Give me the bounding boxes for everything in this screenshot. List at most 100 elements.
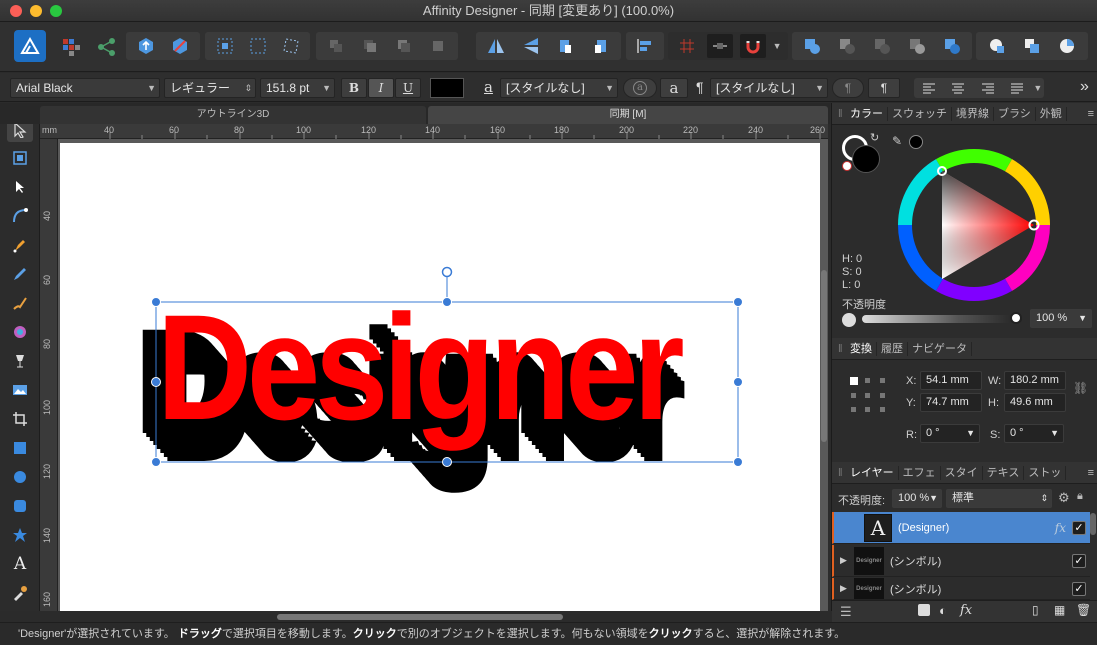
move-forward-icon[interactable] — [391, 34, 417, 58]
rotation-field[interactable]: 0 ° ▼ — [920, 424, 980, 443]
text-color-swatch[interactable] — [430, 78, 464, 98]
add-group-icon[interactable]: ▦ — [1054, 603, 1065, 617]
x-field[interactable]: 54.1 mm — [920, 371, 982, 390]
tab-stroke[interactable]: 境界線 — [952, 106, 994, 121]
designer-text-object[interactable]: Designer Designer Designer Designer Desi… — [60, 143, 820, 611]
text-tool-icon[interactable]: A — [7, 552, 33, 576]
artboard-tool-icon[interactable] — [7, 146, 33, 170]
resize-handle[interactable] — [151, 297, 161, 307]
bold-button[interactable]: B — [341, 78, 367, 98]
divide-icon[interactable] — [939, 34, 965, 58]
layer-row-selected[interactable]: A (Designer) fx ✓ — [832, 512, 1090, 544]
layer-visibility-checkbox[interactable]: ✓ — [1072, 581, 1086, 596]
resize-handle[interactable] — [151, 377, 161, 387]
panel-menu-icon[interactable]: ≡ — [1088, 467, 1097, 479]
tab-color[interactable]: カラー — [846, 106, 888, 121]
layers-stack-icon[interactable]: ☰ — [840, 604, 852, 620]
tab-effects[interactable]: エフェ — [899, 465, 941, 480]
rotate-left-icon[interactable] — [553, 34, 579, 58]
opacity-slider[interactable] — [862, 315, 1022, 323]
upload-icon[interactable] — [133, 34, 159, 58]
tab-brushes[interactable]: ブラシ — [994, 106, 1036, 121]
move-back-icon[interactable] — [323, 34, 349, 58]
tab-navigator[interactable]: ナビゲータ — [908, 341, 972, 356]
trash-icon[interactable]: 🗑︎ — [1076, 603, 1091, 617]
subtract-icon[interactable] — [834, 34, 860, 58]
para-style-apply-button[interactable]: ¶ — [868, 78, 900, 98]
opacity-field[interactable]: 100 % ▼ — [1030, 309, 1092, 328]
tab-history[interactable]: 履歴 — [877, 341, 908, 356]
insert-inside-icon[interactable] — [984, 34, 1010, 58]
place-image-tool-icon[interactable] — [7, 378, 33, 402]
align-right-text-icon[interactable] — [975, 79, 1001, 97]
layers-scrollbar[interactable] — [1090, 513, 1096, 535]
alignment-dropdown-icon[interactable]: ▼ — [1033, 83, 1042, 93]
star-tool-icon[interactable] — [7, 523, 33, 547]
fx-icon[interactable]: fx — [960, 603, 972, 618]
tab-transform[interactable]: 変換 — [846, 341, 877, 356]
pen-tool-icon[interactable] — [7, 233, 33, 257]
snapping-dropdown-icon[interactable]: ▼ — [773, 41, 782, 51]
gear-icon[interactable]: ⚙ — [1058, 490, 1070, 506]
vertical-scrollbar[interactable] — [821, 270, 827, 442]
add-icon[interactable] — [799, 34, 825, 58]
pixel-persona-icon[interactable] — [60, 36, 82, 58]
move-front-icon[interactable] — [425, 34, 451, 58]
italic-button[interactable]: I — [368, 78, 394, 98]
paragraph-style-select[interactable]: [スタイルなし] ▼ — [710, 78, 828, 98]
color-wheel[interactable] — [894, 145, 1054, 305]
fill-stroke-swatches[interactable]: ↻ — [842, 132, 882, 175]
tab-outline-3d[interactable]: アウトライン3D — [40, 106, 426, 124]
fill-tool-icon[interactable] — [7, 320, 33, 344]
resize-handle[interactable] — [733, 297, 743, 307]
resize-handle[interactable] — [733, 377, 743, 387]
opacity-slider-handle[interactable] — [1010, 312, 1022, 324]
node-tool-icon[interactable] — [7, 175, 33, 199]
underline-button[interactable]: U — [395, 78, 421, 98]
flip-horizontal-icon[interactable] — [483, 34, 509, 58]
expand-triangle-icon[interactable]: ▶ — [840, 555, 852, 566]
justify-text-icon[interactable] — [1004, 79, 1030, 97]
resize-handle[interactable] — [151, 457, 161, 467]
tab-sync[interactable]: 同期 [M] — [428, 106, 828, 124]
adjustment-icon[interactable]: ◐ — [939, 603, 947, 618]
horizontal-scrollbar[interactable] — [277, 614, 563, 620]
layer-visibility-checkbox[interactable]: ✓ — [1072, 520, 1086, 535]
move-backward-icon[interactable] — [357, 34, 383, 58]
intersect-icon[interactable] — [869, 34, 895, 58]
rotate-right-icon[interactable] — [588, 34, 614, 58]
blend-mode-select[interactable]: 標準 ⇕ — [946, 489, 1052, 508]
layer-opacity-field[interactable]: 100 % ▼ — [892, 489, 942, 508]
flip-vertical-icon[interactable] — [518, 34, 544, 58]
select-box-icon[interactable] — [245, 34, 271, 58]
mask-icon[interactable] — [918, 604, 930, 616]
color-picker-tool-icon[interactable] — [7, 581, 33, 605]
designer-text-face[interactable]: Designer — [157, 283, 688, 451]
artboard[interactable]: Designer Designer Designer Designer Desi… — [60, 143, 820, 611]
insert-behind-icon[interactable] — [1019, 34, 1045, 58]
snapping-off-icon[interactable] — [167, 34, 193, 58]
char-style-circle-button[interactable]: a — [623, 78, 657, 98]
layer-row[interactable]: ▶ Designer (シンボル) ✓ — [832, 545, 1090, 577]
select-grid-icon[interactable] — [212, 34, 238, 58]
vector-brush-tool-icon[interactable] — [7, 291, 33, 315]
tab-appearance[interactable]: 外観 — [1036, 106, 1067, 121]
resize-handle[interactable] — [442, 297, 452, 307]
panel-menu-icon[interactable]: ≡ — [1088, 108, 1097, 120]
snap-guides-icon[interactable] — [707, 34, 734, 58]
char-style-apply-button[interactable]: a — [660, 78, 688, 98]
shear-field[interactable]: 0 ° ▼ — [1004, 424, 1064, 443]
align-left-text-icon[interactable] — [916, 79, 942, 97]
pencil-tool-icon[interactable] — [7, 262, 33, 286]
no-color-icon[interactable] — [842, 161, 852, 171]
insert-front-icon[interactable] — [1054, 34, 1080, 58]
align-center-text-icon[interactable] — [945, 79, 971, 97]
para-style-circle-button[interactable]: ¶ — [832, 78, 864, 98]
tab-layers[interactable]: レイヤー — [846, 465, 899, 480]
tab-styles[interactable]: スタイ — [941, 465, 983, 480]
layer-name[interactable]: (シンボル) — [890, 581, 1072, 597]
character-style-select[interactable]: [スタイルなし] ▼ — [500, 78, 618, 98]
h-field[interactable]: 49.6 mm — [1004, 393, 1066, 412]
tab-text-styles[interactable]: テキス — [983, 465, 1025, 480]
crop-tool-icon[interactable] — [7, 407, 33, 431]
